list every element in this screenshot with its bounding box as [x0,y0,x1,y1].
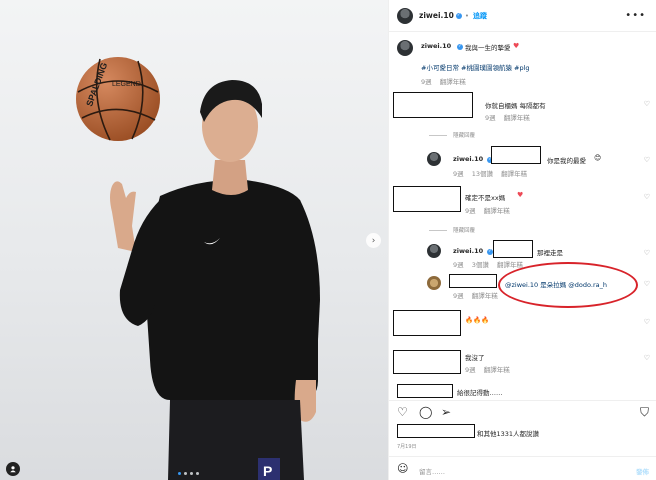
player-photo: SPALDING LEGEND P [76,57,320,480]
translate-link[interactable]: 翻譯年糕 [472,292,498,300]
caption-time: 9週 [421,78,432,86]
basketball: SPALDING LEGEND [76,57,160,141]
comment-text: 🔥🔥🔥 [465,316,490,324]
reply-avatar[interactable] [427,276,441,290]
comments-panel: ziwei.10 ✓ • 追蹤 ••• ziwei.10 ✓ 我與一生的摯愛 ♥… [388,0,656,480]
redacted-mention [493,240,533,258]
svg-text:P: P [263,463,272,479]
translate-link[interactable]: 翻譯年糕 [504,114,530,122]
reply-text: 那裡走是 [537,249,563,257]
more-icon[interactable]: ••• [625,10,646,21]
avatar[interactable] [397,7,413,24]
reply-avatar[interactable] [427,152,441,166]
like-icon[interactable]: ♡ [644,156,650,164]
redacted-avatar-name [393,310,461,336]
carousel-dots [178,472,199,475]
like-icon[interactable]: ♡ [644,354,650,362]
redacted-username [449,274,497,288]
reply-avatar[interactable] [427,244,441,258]
comment-text: 你就自櫃媽 每隔都有 [485,102,546,110]
comment-input[interactable]: 留言…… [419,466,445,476]
highlight-circle [498,262,638,308]
post-header: ziwei.10 ✓ • 追蹤 [389,0,656,32]
likes-count[interactable]: 和其他1331人都說讚 [477,428,539,438]
hide-replies-link[interactable]: 隱藏回覆 [429,226,475,234]
like-icon[interactable]: ♡ [644,318,650,326]
smile-emoji-icon: 😊 [594,154,602,162]
post-date: 7月19日 [397,444,417,450]
like-icon[interactable]: ♡ [644,280,650,288]
like-icon[interactable]: ♡ [644,249,650,257]
reply-text: 你是我的最愛 [547,157,586,165]
comment-icon[interactable]: ◯ [419,405,432,419]
svg-text:LEGEND: LEGEND [112,81,141,88]
redacted-avatar-name [393,92,473,118]
share-icon[interactable]: ➢ [441,405,451,419]
bookmark-icon[interactable]: ⛉ [640,405,649,420]
reply-time: 9週 [453,170,464,178]
hide-replies-link[interactable]: 隱藏回覆 [429,131,475,139]
action-bar: ♡ ◯ ➢ ⛉ [389,400,656,424]
heart-emoji-icon: ♥ [517,191,524,199]
verified-icon: ✓ [457,44,463,50]
caption-hashtags[interactable]: #小可愛日常 #桃園璞園領航猿 #plg [421,62,530,72]
follow-button[interactable]: 追蹤 [473,11,487,21]
header-username[interactable]: ziwei.10 [419,11,454,20]
reply-username[interactable]: ziwei.10 [453,247,483,255]
caption-text: 我與一生的摯愛 [465,44,511,52]
caption-username[interactable]: ziwei.10 [421,42,451,50]
heart-emoji-icon: ♥ [513,42,520,50]
reply-username[interactable]: ziwei.10 [453,155,483,163]
redacted-avatar-name [397,384,453,398]
reply-likes[interactable]: 3個讚 [472,261,489,269]
redacted-mention [491,146,541,164]
post-photo: SPALDING LEGEND P › [0,0,388,480]
translate-link[interactable]: 翻譯年糕 [440,78,466,86]
post-comment-button[interactable]: 發佈 [636,466,649,476]
reply-likes[interactable]: 13個讚 [472,170,493,178]
comment-time: 9週 [465,366,476,374]
like-icon[interactable]: ♡ [397,405,408,419]
translate-link[interactable]: 翻譯年糕 [501,170,527,178]
redacted-liker [397,424,475,438]
comment-time: 9週 [465,207,476,215]
tagged-user-icon[interactable] [6,462,20,476]
caption-avatar[interactable] [397,40,413,56]
emoji-icon[interactable]: ☺ [397,462,408,475]
like-icon[interactable]: ♡ [644,193,650,201]
redacted-avatar-name [393,350,461,374]
verified-icon: ✓ [455,12,462,19]
comment-time: 9週 [485,114,496,122]
redacted-avatar-name [393,186,461,212]
translate-link[interactable]: 翻譯年糕 [484,207,510,215]
comment-text: 給很記得動…… [457,389,503,397]
translate-link[interactable]: 翻譯年糕 [484,366,510,374]
like-icon[interactable]: ♡ [644,100,650,108]
reply-time: 9週 [453,261,464,269]
comment-text: 我沒了 [465,354,485,362]
comment-bar: ☺ 留言…… 發佈 [389,456,656,480]
comment-text: 確定不是xx媽 [465,194,506,202]
reply-time: 9週 [453,292,464,300]
next-image-button[interactable]: › [366,233,381,248]
